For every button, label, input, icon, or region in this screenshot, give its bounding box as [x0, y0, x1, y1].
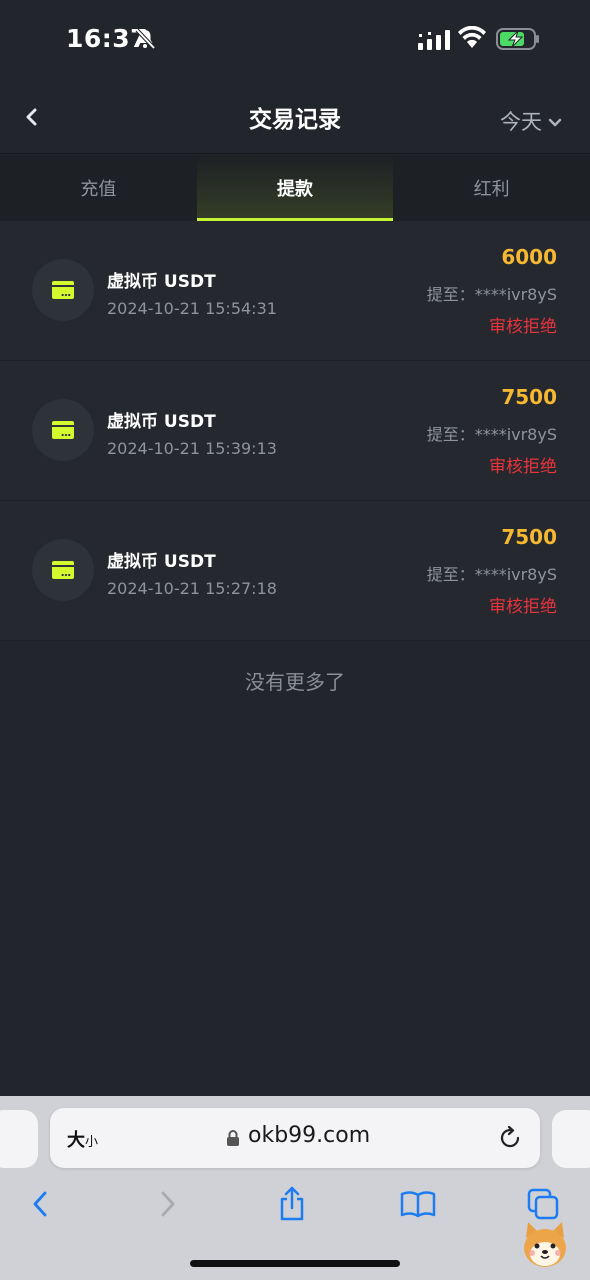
tab-deposit[interactable]: 充值 — [0, 155, 197, 221]
chevron-down-icon — [548, 118, 562, 127]
bookmarks-button[interactable] — [393, 1182, 443, 1226]
record-time: 2024-10-21 15:39:13 — [107, 439, 277, 458]
text-size-big: 大 — [67, 1130, 85, 1151]
record-title: 虚拟币 USDT — [107, 552, 216, 572]
browser-forward-button[interactable] — [143, 1182, 193, 1226]
share-button[interactable] — [267, 1182, 317, 1226]
lock-icon — [227, 1130, 239, 1146]
bell-off-icon — [135, 28, 156, 50]
next-tab-preview[interactable] — [552, 1110, 590, 1168]
browser-toolbar: 大小 okb99.com — [0, 1096, 590, 1280]
record-time: 2024-10-21 15:27:18 — [107, 579, 277, 598]
app-header: 交易记录 今天 — [0, 80, 590, 154]
record-row[interactable]: 虚拟币 USDT 2024-10-21 15:54:31 6000 提至：***… — [0, 221, 590, 361]
record-destination: 提至：****ivr8yS — [426, 425, 557, 444]
status-bar: 16:37 — [0, 0, 590, 80]
chevron-left-icon — [33, 1191, 47, 1217]
browser-nav — [0, 1182, 590, 1242]
record-title: 虚拟币 USDT — [107, 272, 216, 292]
book-icon — [400, 1191, 436, 1218]
record-amount: 7500 — [501, 385, 557, 409]
chevron-right-icon — [161, 1191, 175, 1217]
date-filter-label: 今天 — [500, 110, 542, 134]
card-icon — [32, 399, 94, 461]
signal-icon — [418, 30, 450, 50]
url-text: okb99.com — [248, 1123, 371, 1148]
record-time: 2024-10-21 15:54:31 — [107, 299, 277, 318]
tabs-icon — [527, 1188, 559, 1220]
reload-icon[interactable] — [497, 1125, 523, 1151]
page: 16:37 交易记录 今天 充值 提款 红利 虚拟币 USDT 2024-10-… — [0, 0, 590, 1280]
tab-bonus[interactable]: 红利 — [393, 155, 590, 221]
text-size-button[interactable]: 大小 — [67, 1126, 98, 1152]
battery-charging-icon — [496, 28, 539, 50]
record-row[interactable]: 虚拟币 USDT 2024-10-21 15:39:13 7500 提至：***… — [0, 361, 590, 501]
tab-withdraw[interactable]: 提款 — [196, 155, 394, 221]
record-amount: 7500 — [501, 525, 557, 549]
record-status: 审核拒绝 — [489, 317, 557, 337]
home-indicator — [190, 1260, 400, 1267]
wifi-icon — [458, 26, 486, 48]
record-tabs: 充值 提款 红利 — [0, 155, 590, 221]
card-icon — [32, 539, 94, 601]
text-size-small: 小 — [85, 1135, 99, 1150]
record-amount: 6000 — [501, 245, 557, 269]
record-list: 虚拟币 USDT 2024-10-21 15:54:31 6000 提至：***… — [0, 221, 590, 641]
record-destination: 提至：****ivr8yS — [426, 285, 557, 304]
previous-tab-preview[interactable] — [0, 1110, 38, 1168]
record-status: 审核拒绝 — [489, 457, 557, 477]
shiba-mascot-icon — [524, 1222, 566, 1267]
card-icon — [32, 259, 94, 321]
share-icon — [280, 1186, 304, 1221]
record-row[interactable]: 虚拟币 USDT 2024-10-21 15:27:18 7500 提至：***… — [0, 501, 590, 641]
record-destination: 提至：****ivr8yS — [426, 565, 557, 584]
browser-back-button[interactable] — [15, 1182, 65, 1226]
address-bar[interactable]: 大小 okb99.com — [50, 1108, 540, 1168]
record-status: 审核拒绝 — [489, 597, 557, 617]
no-more-text: 没有更多了 — [245, 670, 345, 694]
record-title: 虚拟币 USDT — [107, 412, 216, 432]
date-filter-dropdown[interactable]: 今天 — [500, 106, 562, 136]
